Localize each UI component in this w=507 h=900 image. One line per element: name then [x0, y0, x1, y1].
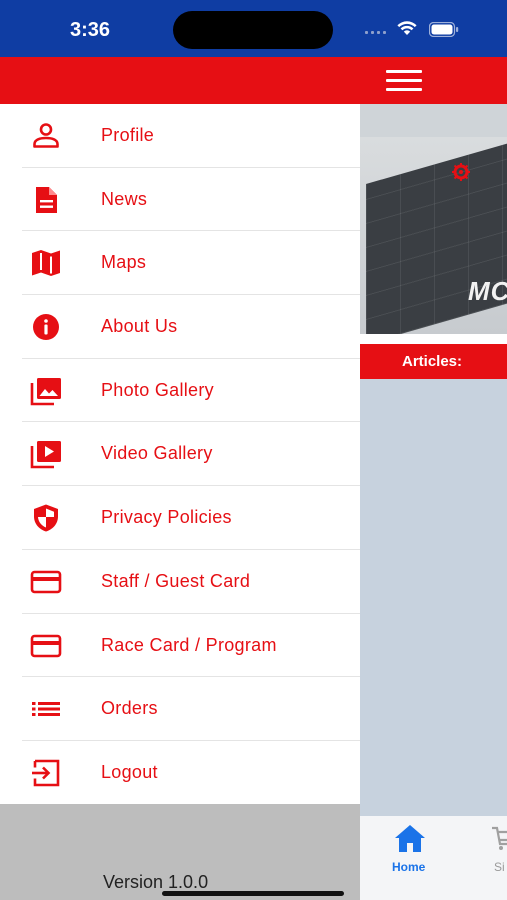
articles-label: Articles: — [402, 353, 463, 370]
hero-image: MC — [360, 104, 507, 334]
logout-icon — [29, 758, 63, 788]
menu-item-privacy-policies[interactable]: Privacy Policies — [0, 486, 360, 550]
map-icon — [29, 248, 63, 278]
menu-item-race-card-program[interactable]: Race Card / Program — [0, 614, 360, 678]
status-bar: 3:36 — [0, 0, 507, 57]
info-icon — [29, 312, 63, 342]
home-icon — [392, 822, 428, 854]
menu-item-label: Privacy Policies — [101, 507, 232, 528]
shield-icon — [29, 503, 63, 533]
list-icon — [29, 694, 63, 724]
home-indicator — [162, 891, 344, 896]
cellular-signal-icon — [365, 31, 387, 35]
menu-item-label: News — [101, 188, 148, 209]
menu-item-label: Video Gallery — [101, 443, 213, 464]
menu-item-label: Logout — [101, 761, 158, 782]
drawer-menu-list: Profile News Maps About Us Photo Gallery… — [0, 104, 360, 805]
hero-text: MC — [468, 276, 507, 306]
document-icon — [29, 185, 63, 215]
hero-logo-icon — [450, 162, 476, 182]
menu-item-label: Orders — [101, 698, 158, 719]
app-header — [0, 57, 507, 104]
menu-item-label: Profile — [101, 125, 155, 145]
articles-bar: Articles: — [360, 344, 507, 379]
dynamic-island — [173, 11, 333, 49]
menu-item-photo-gallery[interactable]: Photo Gallery — [0, 359, 360, 423]
menu-item-logout[interactable]: Logout — [0, 741, 360, 805]
cart-icon — [490, 824, 507, 852]
navigation-drawer: Profile News Maps About Us Photo Gallery… — [0, 104, 360, 900]
menu-item-label: Staff / Guest Card — [101, 570, 251, 591]
tab-shop-label: Si — [494, 860, 505, 874]
photo-gallery-icon — [29, 376, 63, 406]
tab-shop[interactable]: Si — [490, 822, 507, 874]
menu-item-orders[interactable]: Orders — [0, 677, 360, 741]
menu-item-label: About Us — [101, 316, 178, 337]
menu-item-profile[interactable]: Profile — [0, 104, 360, 168]
menu-item-staff-guest-card[interactable]: Staff / Guest Card — [0, 550, 360, 614]
hamburger-icon[interactable] — [382, 68, 426, 94]
person-icon — [29, 121, 63, 151]
card-icon — [29, 631, 63, 661]
battery-icon — [428, 21, 459, 38]
menu-item-about-us[interactable]: About Us — [0, 295, 360, 359]
menu-item-label: Photo Gallery — [101, 379, 214, 400]
tab-home-label: Home — [392, 860, 426, 874]
articles-content-area — [360, 379, 507, 816]
drawer-footer: Version 1.0.0 — [0, 804, 360, 900]
tab-home[interactable]: Home — [388, 822, 432, 874]
video-gallery-icon — [29, 439, 63, 469]
version-label: Version 1.0.0 — [103, 872, 209, 892]
bottom-tab-bar: Home Si — [360, 816, 507, 900]
card-icon — [29, 567, 63, 597]
menu-item-news[interactable]: News — [0, 168, 360, 232]
menu-item-label: Maps — [101, 252, 147, 273]
menu-item-label: Race Card / Program — [101, 634, 277, 655]
menu-item-maps[interactable]: Maps — [0, 231, 360, 296]
status-time: 3:36 — [70, 19, 111, 41]
wifi-icon — [397, 20, 417, 36]
menu-item-video-gallery[interactable]: Video Gallery — [0, 422, 360, 487]
